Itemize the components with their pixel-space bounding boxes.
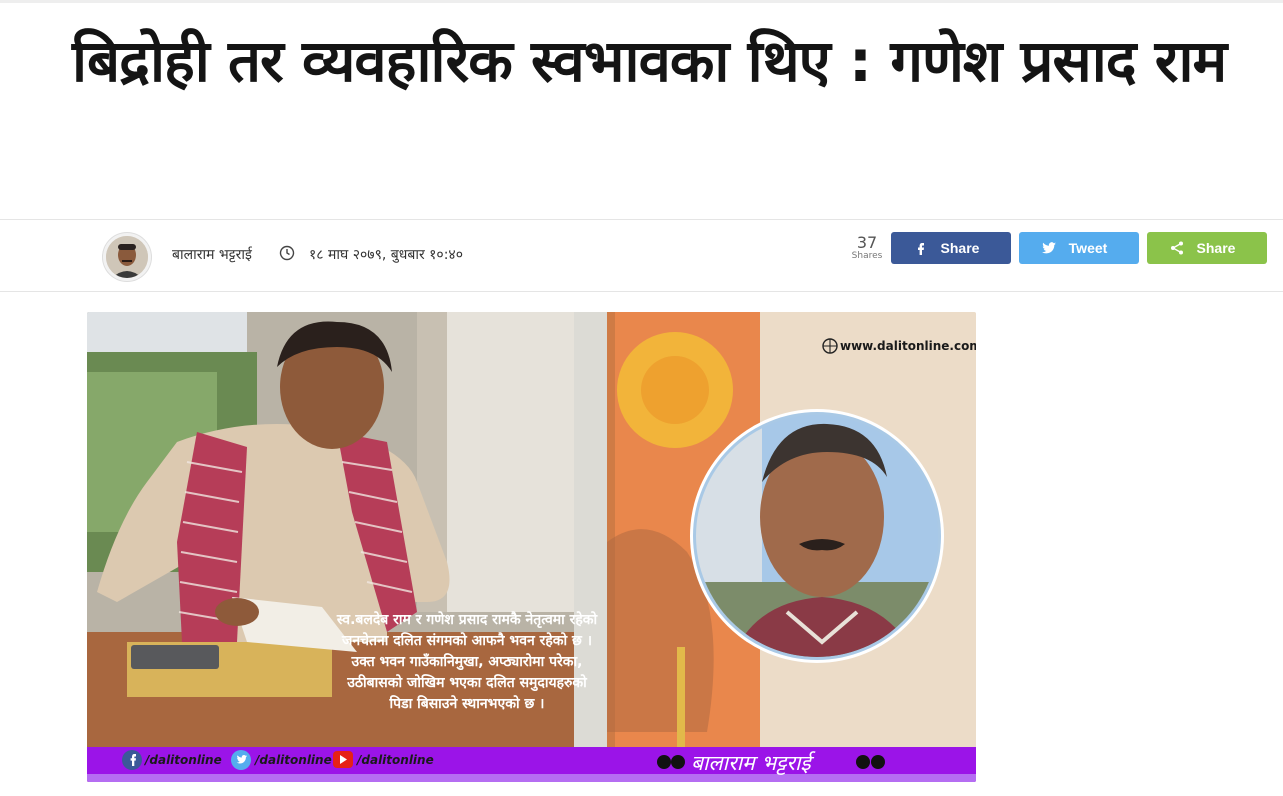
generic-share-label: Share (1196, 240, 1236, 256)
article-title: बिद्रोही तर व्यवहारिक स्वभावका थिए : गणे… (72, 27, 1227, 95)
generic-share-button[interactable]: Share (1147, 232, 1267, 264)
globe-icon (822, 338, 838, 354)
share-count-label: Shares (851, 251, 883, 261)
caption-line-3: उक्त भवन गाउँकानिमुखा, अप्ठ्यारोमा परेका… (351, 653, 583, 671)
share-icon (1171, 241, 1183, 255)
youtube-icon (333, 751, 353, 768)
website-watermark: www.dalitonline.com (840, 339, 976, 353)
article-meta-bar: बालाराम भट्टराई १८ माघ २०७९, बुधबार १०:४… (0, 219, 1283, 292)
author-banner: बालाराम भट्टराई (691, 751, 816, 775)
caption-line-2: जनचेतना दलित संगमको आफनै भवन रहेको छ । (341, 632, 592, 649)
author-avatar[interactable] (103, 233, 151, 281)
share-count: 37 Shares (848, 233, 886, 262)
top-border (0, 0, 1283, 3)
twitter-share-button[interactable]: Tweet (1019, 232, 1139, 264)
caption-line-5: पिडा बिसाउने स्थानभएको छ । (389, 695, 545, 712)
facebook-icon (918, 243, 924, 255)
twitter-icon (231, 750, 251, 770)
youtube-handle: /dalitonline (355, 753, 434, 767)
facebook-share-label: Share (940, 240, 980, 256)
facebook-share-button[interactable]: Share (891, 232, 1011, 264)
twitter-handle: /dalitonline (253, 753, 332, 767)
facebook-handle: /dalitonline (143, 753, 222, 767)
caption-line-1: स्व.बलदेब राम र गणेश प्रसाद रामकै नेतृत्… (336, 611, 599, 629)
share-count-number: 37 (856, 233, 878, 252)
twitter-share-label: Tweet (1068, 240, 1108, 256)
clock-icon (279, 245, 295, 261)
twitter-icon (1042, 242, 1056, 254)
caption-line-4: उठीबासको जोखिम भएका दलित समुदायहरुको (346, 674, 588, 692)
feature-image: www.dalitonline.com स्व.बलदेब राम र गणेश… (87, 312, 976, 782)
facebook-icon (122, 750, 142, 770)
author-link[interactable]: बालाराम भट्टराई (172, 245, 252, 264)
publish-date: १८ माघ २०७९, बुधबार १०:४० (309, 247, 463, 263)
